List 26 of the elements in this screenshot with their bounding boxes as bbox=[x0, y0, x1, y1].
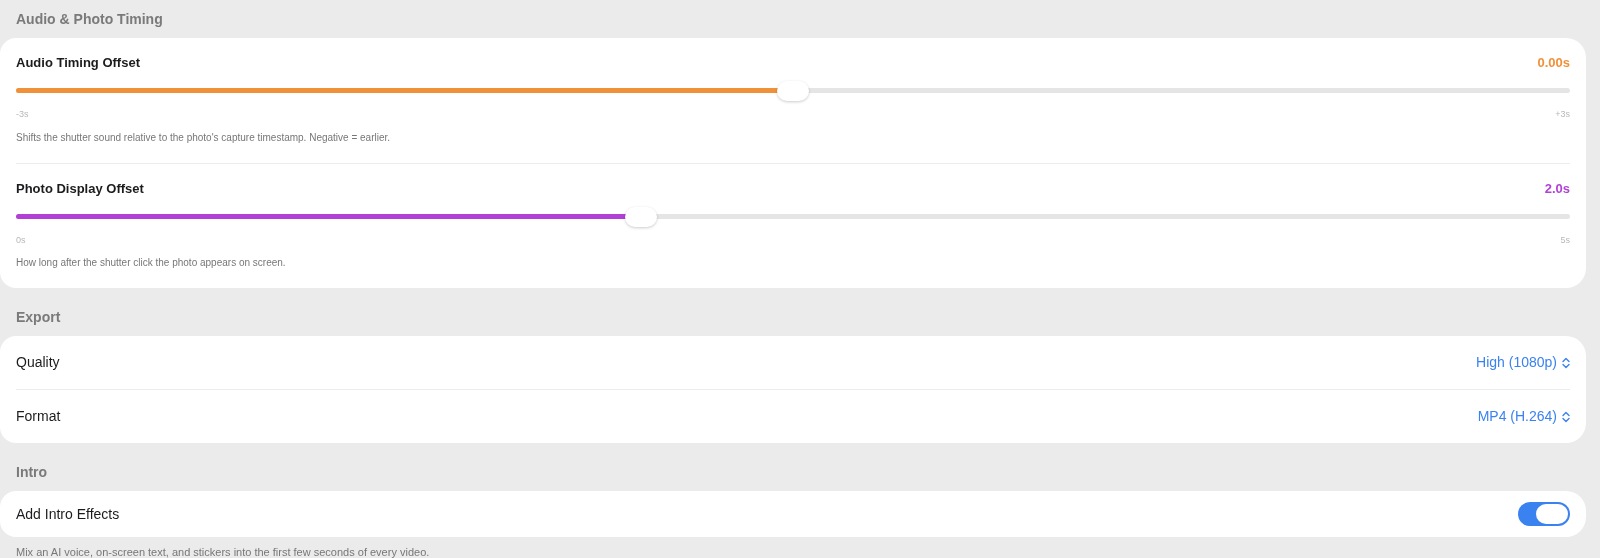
slider-max-label: 5s bbox=[1560, 233, 1570, 247]
slider-thumb[interactable] bbox=[777, 81, 809, 101]
section-header: Audio & Photo Timing bbox=[15, 10, 164, 29]
row-label: Quality bbox=[16, 353, 60, 372]
section-header: Intro bbox=[15, 463, 49, 482]
slider-description: How long after the shutter click the photo appears on screen. bbox=[16, 256, 287, 270]
slider-min-label: -3s bbox=[16, 108, 29, 121]
slider-description: Shifts the shutter sound relative to the photo's capture timestamp. Negative = earlier. bbox=[16, 130, 392, 145]
slider-label: Audio Timing Offset bbox=[16, 54, 140, 73]
toggle-switch[interactable] bbox=[1518, 502, 1570, 526]
section-header: Export bbox=[15, 308, 62, 327]
slider-thumb[interactable] bbox=[624, 206, 657, 227]
slider-value: 0.00s bbox=[1537, 54, 1570, 73]
section-footnote: Mix an AI voice, on-screen text, and stickers into the first few seconds of every video. bbox=[15, 545, 431, 558]
row-label: Format bbox=[16, 407, 61, 426]
slider-max-label: +3s bbox=[1555, 108, 1570, 121]
picker-button[interactable]: MP4 (H.264) bbox=[1477, 406, 1570, 427]
chevron-up-down-icon bbox=[1562, 356, 1570, 369]
chevron-up-down-icon bbox=[1562, 410, 1570, 423]
slider-value: 2.0s bbox=[1544, 179, 1570, 198]
slider-track[interactable] bbox=[16, 205, 1570, 228]
picker-button[interactable]: High (1080p) bbox=[1476, 352, 1570, 373]
slider-label: Photo Display Offset bbox=[16, 179, 144, 198]
slider-track[interactable] bbox=[16, 80, 1570, 102]
slider-min-label: 0s bbox=[16, 233, 26, 247]
row-label: Add Intro Effects bbox=[16, 504, 120, 524]
